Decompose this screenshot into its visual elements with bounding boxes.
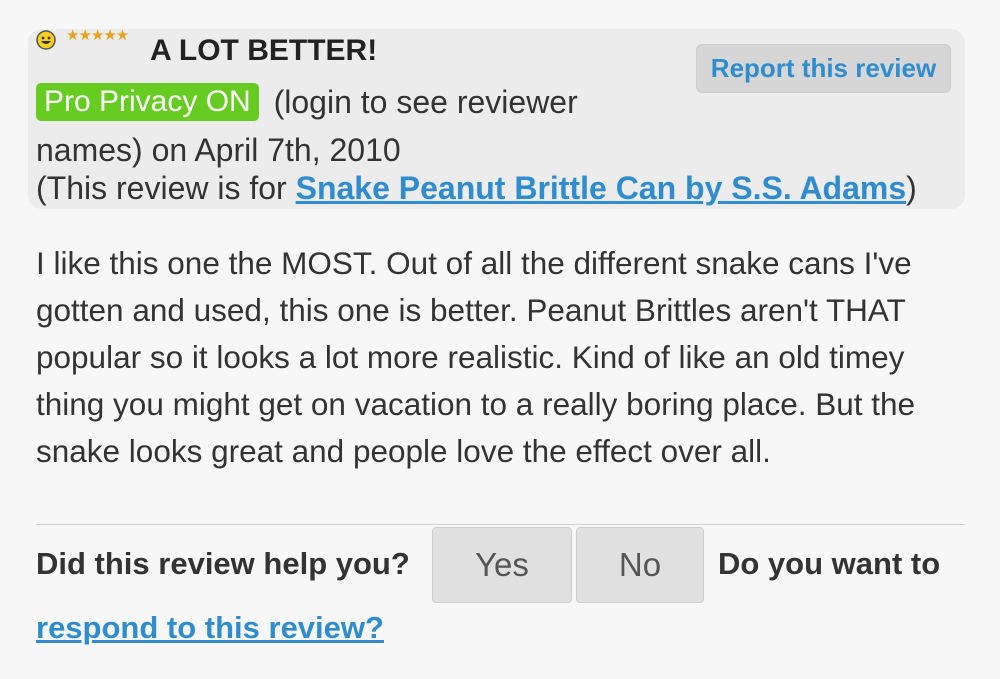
star-rating: ★★★★★ [66,27,129,44]
product-prefix: (This review is for [36,170,296,206]
privacy-badge[interactable]: Pro Privacy ON [36,83,259,121]
product-suffix: ) [906,170,917,206]
product-link[interactable]: Snake Peanut Brittle Can by S.S. Adams [296,170,907,206]
smiley-icon [36,30,56,50]
yes-button[interactable]: Yes [432,527,572,603]
product-line: (This review is for Snake Peanut Brittle… [36,166,917,210]
review-title: A LOT BETTER! [150,34,378,67]
report-review-button[interactable]: Report this review [696,44,951,93]
respond-prompt: Do you want to [718,546,941,581]
help-question: Did this review help you? [36,546,410,581]
respond-link[interactable]: respond to this review? [36,608,384,648]
review-meta: Pro Privacy ON (login to see reviewer na… [36,78,676,174]
no-button[interactable]: No [576,527,704,603]
review-body: I like this one the MOST. Out of all the… [36,245,916,469]
divider [36,524,965,525]
